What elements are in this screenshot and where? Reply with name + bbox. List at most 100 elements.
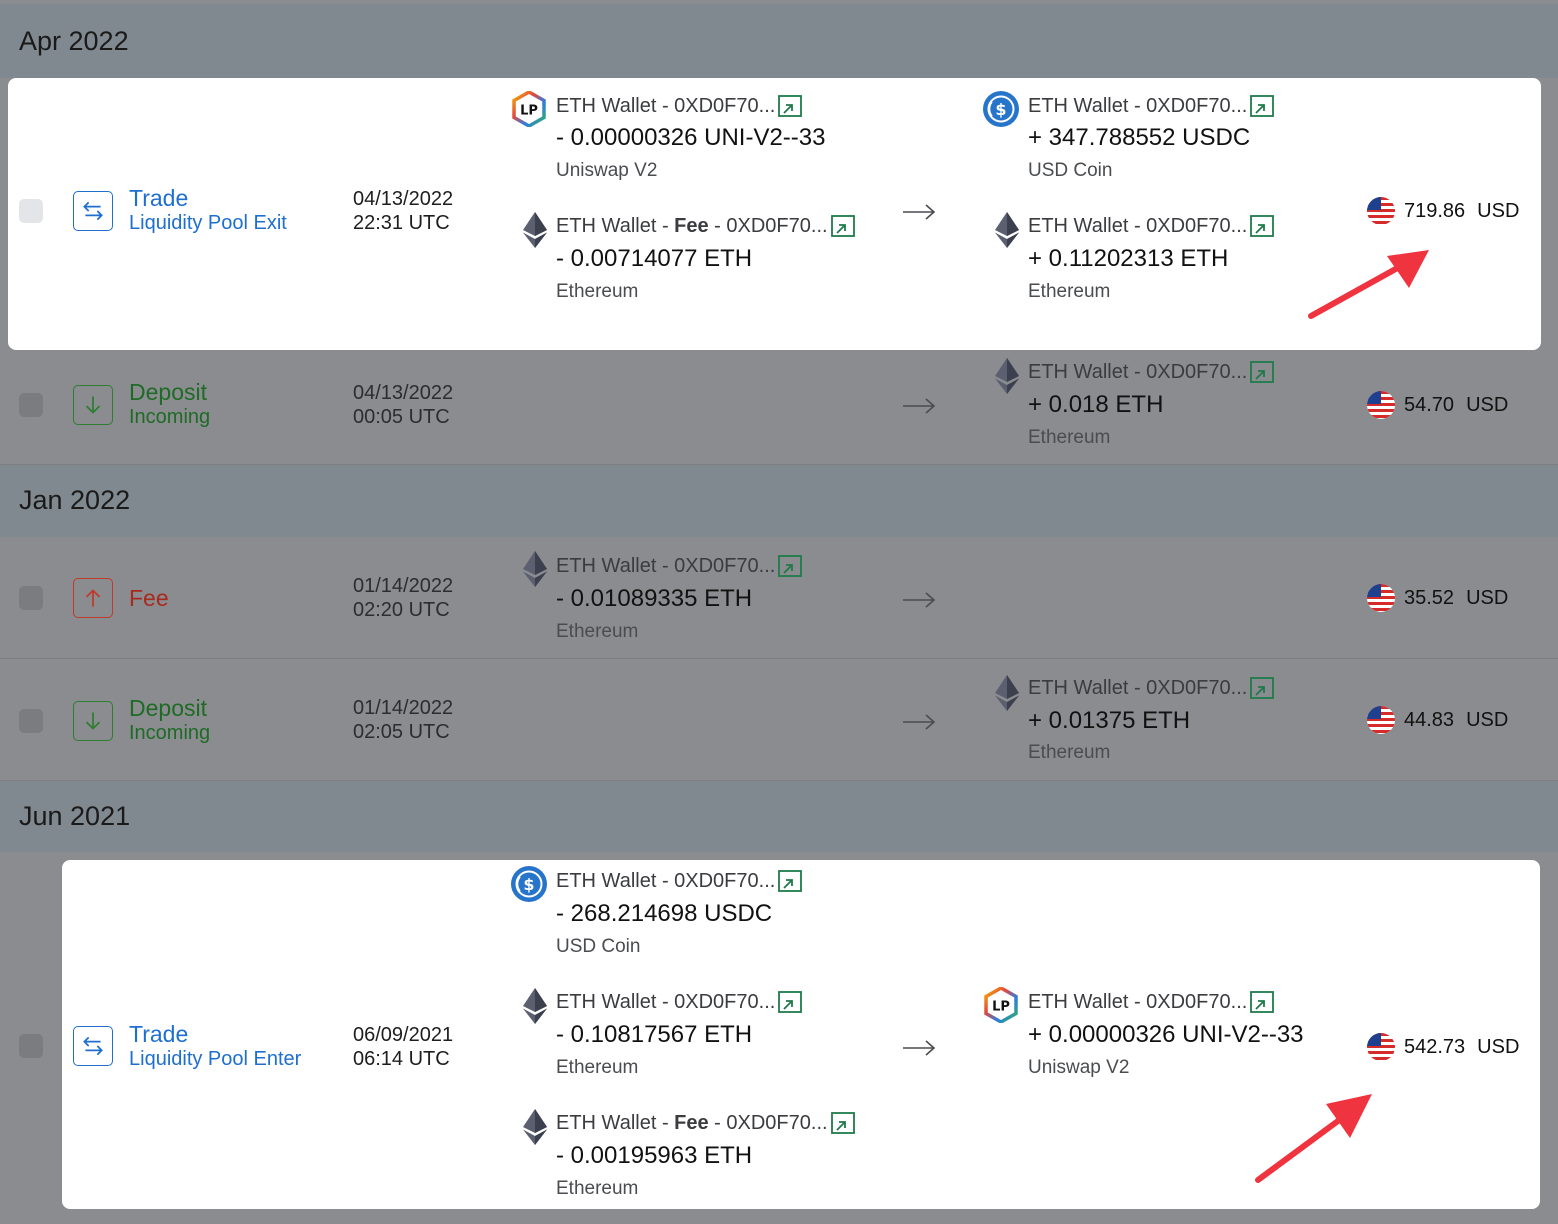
asset-name: Ethereum (1028, 427, 1111, 448)
external-link-icon[interactable] (831, 215, 855, 239)
transaction-time: 02:20 UTC (353, 599, 450, 621)
transaction-subtype[interactable]: Incoming (129, 721, 210, 745)
asset-name: USD Coin (1028, 160, 1113, 181)
value-amount: 54.70 (1404, 394, 1455, 416)
deposit-icon (73, 385, 113, 425)
wallet-name[interactable]: ETH Wallet - 0XD0F70... (556, 990, 802, 1015)
external-link-icon[interactable] (1250, 677, 1274, 701)
fiat-value: 542.73 USD (1366, 1032, 1519, 1062)
fee-label: Fee (674, 215, 709, 237)
wallet-name[interactable]: ETH Wallet - 0XD0F70... (1028, 214, 1274, 239)
wallet-name[interactable]: ETH Wallet - 0XD0F70... (1028, 990, 1274, 1015)
asset-name: Ethereum (556, 621, 639, 642)
external-link-icon[interactable] (1250, 215, 1274, 239)
transaction-subtype[interactable]: Liquidity Pool Exit (129, 211, 287, 235)
value-currency: USD (1466, 394, 1509, 416)
value-amount: 719.86 (1404, 200, 1466, 222)
transaction-date: 06/09/2021 (353, 1024, 454, 1046)
amount-out: - 0.00195963 ETH (556, 1142, 753, 1169)
value-currency: USD (1466, 587, 1509, 609)
arrow-right-icon (902, 592, 936, 608)
row-checkbox[interactable] (19, 199, 43, 223)
wallet-name[interactable]: ETH Wallet - 0XD0F70... (556, 869, 802, 894)
table-row[interactable]: Trade Liquidity Pool Enter 06/09/2021 06… (62, 860, 1540, 1209)
transaction-date: 04/13/2022 (353, 382, 454, 404)
trade-icon (73, 191, 113, 231)
us-flag-icon (1366, 705, 1396, 735)
transaction-type[interactable]: Deposit (129, 380, 207, 404)
wallet-name[interactable]: ETH Wallet - 0XD0F70... (1028, 94, 1274, 119)
transaction-type[interactable]: Fee (129, 586, 169, 610)
annotation-arrow-icon (1255, 1094, 1372, 1183)
us-flag-icon (1366, 583, 1396, 613)
external-link-icon[interactable] (778, 555, 802, 579)
eth-icon (511, 1109, 547, 1145)
wallet-name[interactable]: ETH Wallet - Fee - 0XD0F70... (556, 214, 855, 239)
external-link-icon[interactable] (778, 991, 802, 1015)
transaction-type[interactable]: Trade (129, 1022, 188, 1046)
eth-icon (511, 988, 547, 1024)
external-link-icon[interactable] (1250, 991, 1274, 1015)
wallet-name[interactable]: ETH Wallet - 0XD0F70... (1028, 360, 1274, 385)
table-row[interactable]: Fee 01/14/2022 02:20 UTC ETH Wallet - 0X… (0, 537, 1558, 659)
value-amount: 35.52 (1404, 587, 1455, 609)
row-checkbox[interactable] (19, 709, 43, 733)
group-header: Jan 2022 (0, 465, 1558, 537)
wallet-name[interactable]: ETH Wallet - Fee - 0XD0F70... (556, 1111, 855, 1136)
row-checkbox[interactable] (19, 1034, 43, 1058)
asset-name: Ethereum (556, 281, 639, 302)
external-link-icon[interactable] (778, 870, 802, 894)
row-checkbox[interactable] (19, 586, 43, 610)
group-title: Jun 2021 (19, 801, 131, 831)
external-link-icon[interactable] (778, 95, 802, 119)
amount-in: + 0.00000326 UNI-V2--33 (1028, 1021, 1304, 1048)
transaction-type[interactable]: Trade (129, 186, 188, 210)
table-row[interactable]: Trade Liquidity Pool Exit 04/13/2022 22:… (8, 78, 1541, 350)
transaction-type[interactable]: Deposit (129, 696, 207, 720)
fiat-value: 44.83 USD (1366, 705, 1508, 735)
fee-label: Fee (674, 1112, 709, 1134)
amount-in: + 0.018 ETH (1028, 391, 1164, 418)
transaction-subtype[interactable]: Incoming (129, 405, 210, 429)
value-amount: 542.73 (1404, 1036, 1466, 1058)
arrow-right-icon (902, 714, 936, 730)
wallet-name[interactable]: ETH Wallet - 0XD0F70... (556, 554, 802, 579)
value-currency: USD (1477, 1036, 1520, 1058)
group-title: Jan 2022 (19, 485, 131, 515)
wallet-name[interactable]: ETH Wallet - 0XD0F70... (1028, 676, 1274, 701)
eth-icon (511, 551, 547, 587)
transaction-time: 06:14 UTC (353, 1048, 450, 1070)
external-link-icon[interactable] (1250, 95, 1274, 119)
group-title: Apr 2022 (19, 26, 129, 56)
fiat-value: 54.70 USD (1366, 390, 1508, 420)
group-header: Apr 2022 (0, 4, 1558, 78)
asset-name: Ethereum (1028, 281, 1111, 302)
value-amount: 44.83 (1404, 709, 1455, 731)
amount-out: - 268.214698 USDC (556, 900, 773, 927)
eth-icon (983, 358, 1019, 394)
table-row[interactable]: Deposit Incoming 01/14/2022 02:05 UTC ET… (0, 659, 1558, 781)
asset-name: Uniswap V2 (556, 160, 658, 181)
arrow-right-icon (902, 1040, 936, 1056)
fiat-value: 719.86 USD (1366, 196, 1519, 226)
arrow-right-icon (902, 398, 936, 414)
amount-out: - 0.00000326 UNI-V2--33 (556, 124, 826, 151)
external-link-icon[interactable] (831, 1112, 855, 1136)
us-flag-icon (1366, 1032, 1396, 1062)
eth-icon (983, 675, 1019, 711)
transaction-subtype[interactable]: Liquidity Pool Enter (129, 1047, 301, 1071)
deposit-icon (73, 701, 113, 741)
amount-out: - 0.01089335 ETH (556, 585, 753, 612)
external-link-icon[interactable] (1250, 361, 1274, 385)
transaction-date: 01/14/2022 (353, 575, 454, 597)
wallet-name[interactable]: ETH Wallet - 0XD0F70... (556, 94, 802, 119)
usdc-icon (511, 866, 547, 902)
group-header: Jun 2021 (0, 781, 1558, 852)
asset-name: USD Coin (556, 936, 641, 957)
table-row[interactable]: Deposit Incoming 04/13/2022 00:05 UTC ET… (0, 350, 1558, 465)
asset-name: Ethereum (1028, 742, 1111, 763)
amount-in: + 0.11202313 ETH (1028, 245, 1229, 272)
row-checkbox[interactable] (19, 393, 43, 417)
lp-icon (983, 987, 1019, 1023)
fiat-value: 35.52 USD (1366, 583, 1508, 613)
